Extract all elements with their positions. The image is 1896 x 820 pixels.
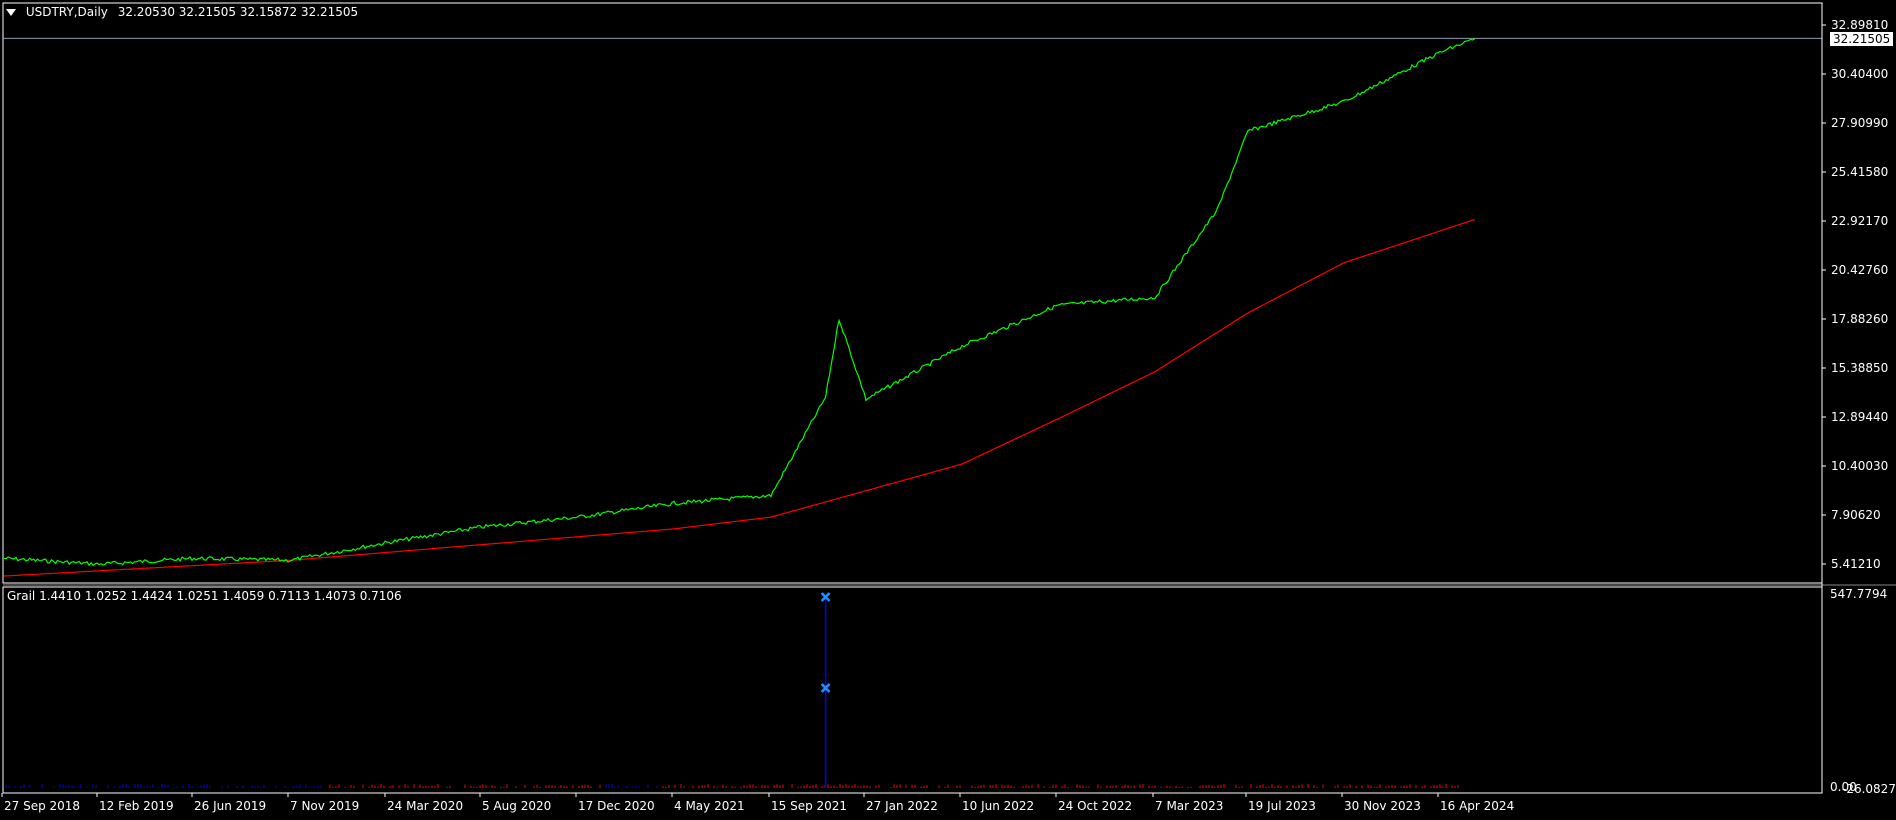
time-axis-label: 27 Jan 2022: [866, 799, 938, 813]
time-axis-label: 24 Mar 2020: [387, 799, 464, 813]
time-axis-label: 24 Oct 2022: [1058, 799, 1133, 813]
collapse-arrow-icon[interactable]: [6, 9, 16, 16]
time-axis-label: 7 Mar 2023: [1155, 799, 1224, 813]
price-line: [3, 38, 1476, 567]
time-axis-label: 12 Feb 2019: [99, 799, 174, 813]
time-axis-label: 10 Jun 2022: [962, 799, 1035, 813]
price-axis-label: 17.88260: [1831, 312, 1889, 326]
indicator-axis-bottom: -26.0827: [1842, 782, 1896, 796]
symbol-title: USDTRY,Daily: [25, 5, 108, 19]
ohlc-values: 32.20530 32.21505 32.15872 32.21505: [117, 5, 359, 19]
price-axis-label: 7.90620: [1831, 508, 1881, 522]
price-axis-label: 27.90990: [1831, 116, 1889, 130]
indicator-title: Grail 1.4410 1.0252 1.4424 1.0251 1.4059…: [7, 589, 402, 603]
price-axis-label: 15.38850: [1831, 361, 1889, 375]
time-axis-label: 27 Sep 2018: [4, 799, 81, 813]
price-axis-label: 22.92170: [1831, 214, 1889, 228]
price-axis-label: 10.40030: [1831, 459, 1889, 473]
indicator-panel-header: Grail 1.4410 1.0252 1.4424 1.0251 1.4059…: [7, 589, 402, 603]
time-axis-label: 19 Jul 2023: [1248, 799, 1316, 813]
current-price-tag: 32.21505: [1830, 32, 1894, 46]
time-axis-label: 17 Dec 2020: [578, 799, 655, 813]
price-axis-label: 32.89810: [1831, 18, 1889, 32]
price-axis-label: 25.41580: [1831, 165, 1889, 179]
trading-chart: USDTRY,Daily 32.20530 32.21505 32.15872 …: [0, 0, 1896, 820]
price-axis-label: 20.42760: [1831, 263, 1889, 277]
main-panel-header: USDTRY,Daily 32.20530 32.21505 32.15872 …: [6, 5, 358, 19]
price-axis-label: 12.89440: [1831, 410, 1889, 424]
price-axis-label: 30.40400: [1831, 67, 1889, 81]
indicator-axis-top: 547.7794: [1830, 587, 1888, 601]
price-axis-label: 5.41210: [1831, 557, 1881, 571]
chart-canvas[interactable]: [0, 0, 1896, 820]
time-axis-label: 26 Jun 2019: [194, 799, 267, 813]
time-axis-label: 5 Aug 2020: [482, 799, 552, 813]
main-panel-border: [2, 2, 1823, 584]
indicator-panel-border: [2, 586, 1823, 794]
time-axis-label: 15 Sep 2021: [771, 799, 848, 813]
time-axis-label: 4 May 2021: [674, 799, 745, 813]
time-axis-label: 16 Apr 2024: [1440, 799, 1515, 813]
moving-average-line: [3, 218, 1475, 577]
time-axis-label: 30 Nov 2023: [1344, 799, 1421, 813]
time-axis-label: 7 Nov 2019: [290, 799, 360, 813]
